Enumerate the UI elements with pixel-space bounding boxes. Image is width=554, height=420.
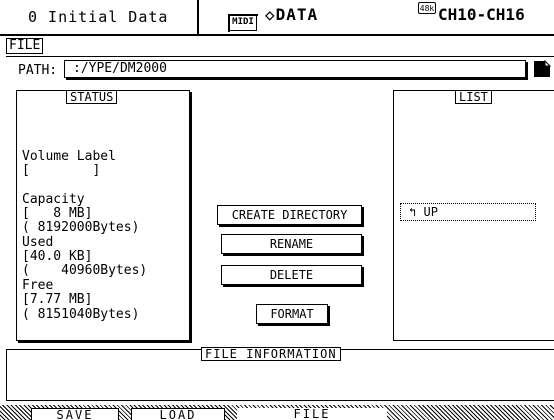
file-section-label: FILE <box>6 38 44 54</box>
scene-name: 0 Initial Data <box>0 0 199 36</box>
return-up-arrow-icon: ↰ <box>409 205 417 219</box>
path-field[interactable]: :/YPE/DM2000 <box>64 60 528 80</box>
capacity-bytes: ( 8192000Bytes) <box>22 220 140 235</box>
used-title: Used <box>22 235 54 250</box>
capacity-title: Capacity <box>22 192 85 207</box>
folder-icon[interactable] <box>533 60 553 78</box>
status-panel-title: STATUS <box>66 90 118 104</box>
list-item[interactable]: ↰ UP <box>400 203 536 221</box>
delete-button[interactable]: DELETE <box>221 265 364 287</box>
used-bytes: ( 40960Bytes) <box>22 263 148 278</box>
list-panel-title: LIST <box>455 90 492 104</box>
page-title-label: DATA <box>275 5 319 24</box>
file-information-title: FILE INFORMATION <box>201 347 341 361</box>
rename-button[interactable]: RENAME <box>221 234 364 256</box>
capacity-mb: [ 8 MB] <box>22 206 93 221</box>
midi-indicator: MIDI <box>228 14 258 32</box>
tab-save[interactable]: SAVE <box>31 408 119 420</box>
free-title: Free <box>22 278 54 293</box>
tab-load[interactable]: LOAD <box>131 408 225 420</box>
free-mb: [7.77 MB] <box>22 292 93 307</box>
used-kb: [40.0 KB] <box>22 249 93 264</box>
path-label: PATH: <box>18 63 58 78</box>
tab-file[interactable]: FILE <box>237 408 387 420</box>
channel-range: CH10-CH16 <box>438 5 525 24</box>
create-directory-button[interactable]: CREATE DIRECTORY <box>217 205 364 227</box>
list-item-label: UP <box>423 205 438 219</box>
volume-label-title: Volume Label <box>22 149 116 164</box>
diamond-icon: ◇ <box>265 5 276 24</box>
format-button[interactable]: FORMAT <box>256 304 330 326</box>
page-title: ◇DATA <box>265 5 318 24</box>
volume-label-value: [ ] <box>22 163 101 178</box>
free-bytes: ( 8151040Bytes) <box>22 307 140 322</box>
sampling-rate-badge: 48k <box>418 2 436 14</box>
